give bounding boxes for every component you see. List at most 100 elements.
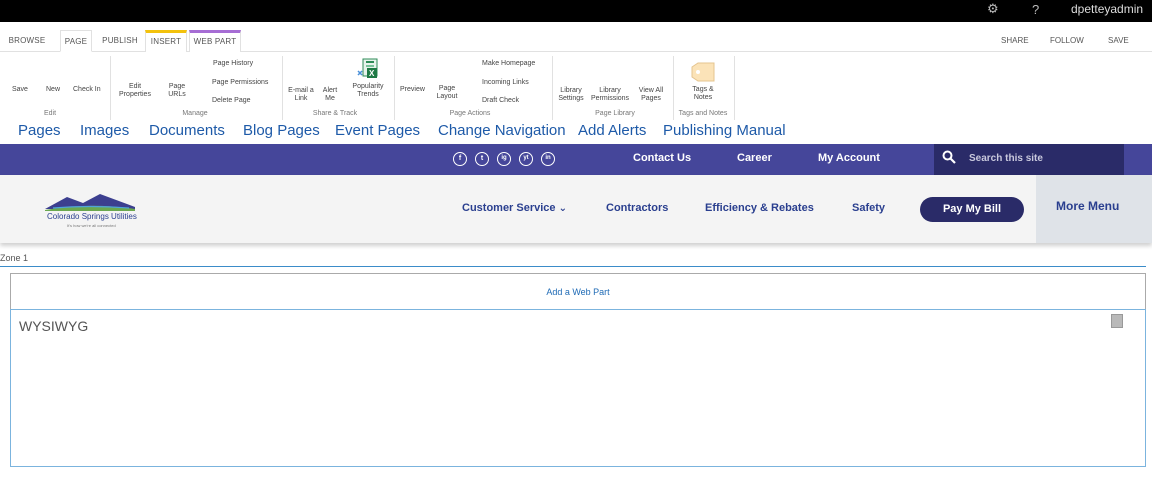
divider — [282, 56, 283, 120]
tab-publish[interactable]: PUBLISH — [100, 30, 140, 52]
edit-properties-label-2: Properties — [119, 91, 151, 98]
tab-page[interactable]: PAGE — [60, 30, 92, 52]
tag-icon — [691, 62, 715, 82]
pubnav-pages[interactable]: Pages — [18, 122, 61, 139]
group-label-actions: Page Actions — [449, 110, 491, 117]
svg-text:X: X — [369, 69, 375, 78]
edit-properties-label-1: Edit — [128, 83, 142, 90]
view-all-label-2: Pages — [641, 95, 661, 102]
follow-button[interactable]: FOLLOW — [1050, 30, 1084, 52]
email-label-1: E-mail a — [288, 87, 314, 94]
tags-label-1: Tags & — [692, 86, 714, 93]
site-header: Colorado Springs Utilities It's how we'r… — [0, 175, 1152, 243]
edit-properties-button[interactable]: Edit Properties — [114, 83, 156, 99]
page-urls-label-1: Page — [168, 83, 186, 90]
utility-bar: f t ig yt in Contact Us Career My Accoun… — [0, 144, 1152, 175]
add-web-part-box: Add a Web Part — [10, 273, 1146, 309]
nav-customer-service[interactable]: Customer Service ⌄ — [462, 202, 567, 214]
gear-icon[interactable]: ⚙ — [987, 1, 999, 17]
alert-label-2: Me — [325, 95, 335, 102]
tags-notes-button[interactable]: Tags & Notes — [683, 62, 723, 102]
twitter-icon[interactable]: t — [475, 152, 489, 166]
check-in-button[interactable]: Check In — [73, 86, 101, 94]
group-label-edit: Edit — [43, 110, 57, 117]
preview-button[interactable]: Preview — [400, 86, 425, 94]
pubnav-event-pages[interactable]: Event Pages — [335, 122, 420, 139]
logo-text: Colorado Springs Utilities — [47, 212, 137, 221]
mountain-logo-icon — [45, 194, 135, 211]
page-layout-label-2: Layout — [436, 93, 458, 100]
instagram-icon[interactable]: ig — [497, 152, 511, 166]
popularity-trends-button[interactable]: X Popularity Trends — [350, 58, 386, 99]
page-layout-label-1: Page — [438, 85, 456, 92]
lib-perm-label-2: Permissions — [590, 95, 630, 102]
pubnav-images[interactable]: Images — [80, 122, 129, 139]
zone-divider — [0, 266, 1146, 267]
page-layout-button[interactable]: Page Layout — [434, 85, 460, 101]
library-permissions-button[interactable]: Library Permissions — [588, 87, 632, 103]
divider — [394, 56, 395, 120]
delete-page-button[interactable]: Delete Page — [212, 97, 251, 105]
divider — [110, 56, 111, 120]
pubnav-add-alerts[interactable]: Add Alerts — [578, 122, 646, 139]
excel-icon: X — [357, 58, 378, 78]
more-menu-label: More Menu — [1056, 199, 1120, 213]
email-label-2: Link — [294, 95, 308, 102]
contact-us-link[interactable]: Contact Us — [633, 152, 691, 164]
nav-efficiency-rebates[interactable]: Efficiency & Rebates — [705, 202, 814, 214]
nav-safety[interactable]: Safety — [852, 202, 885, 214]
page-history-button[interactable]: Page History — [213, 60, 253, 68]
publishing-nav: Pages Images Documents Blog Pages Event … — [0, 122, 1152, 142]
search-input[interactable]: Search this site — [934, 144, 1124, 175]
web-part-title: WYSIWYG — [19, 318, 89, 334]
add-web-part-link[interactable]: Add a Web Part — [11, 287, 1145, 297]
divider — [734, 56, 735, 120]
user-menu[interactable]: dpetteyadmin — [1071, 2, 1143, 16]
facebook-icon[interactable]: f — [453, 152, 467, 166]
ribbon: Save New Check In Edit Edit Properties P… — [0, 52, 1152, 120]
career-link[interactable]: Career — [737, 152, 772, 164]
incoming-links-button[interactable]: Incoming Links — [482, 79, 529, 87]
lib-settings-label-1: Library — [560, 87, 582, 94]
my-account-link[interactable]: My Account — [818, 152, 880, 164]
share-button[interactable]: SHARE — [1001, 30, 1029, 52]
logo[interactable]: Colorado Springs Utilities It's how we'r… — [30, 193, 150, 233]
save-button[interactable]: Save — [12, 86, 28, 94]
tags-label-2: Notes — [693, 94, 713, 101]
pay-my-bill-button[interactable]: Pay My Bill — [920, 197, 1024, 222]
page-urls-button[interactable]: Page URLs — [162, 83, 192, 99]
alert-me-button[interactable]: Alert Me — [318, 87, 342, 103]
nav-contractors[interactable]: Contractors — [606, 202, 668, 214]
pubnav-blog-pages[interactable]: Blog Pages — [243, 122, 320, 139]
group-label-share: Share & Track — [312, 110, 358, 117]
tab-browse[interactable]: BROWSE — [6, 30, 48, 52]
more-menu-button[interactable]: More Menu — [1036, 175, 1152, 243]
search-icon[interactable] — [942, 150, 956, 166]
linkedin-icon[interactable]: in — [541, 152, 555, 166]
help-icon[interactable]: ? — [1032, 2, 1039, 17]
tab-web-part[interactable]: WEB PART — [189, 30, 241, 52]
alert-label-1: Alert — [322, 87, 338, 94]
draft-check-button[interactable]: Draft Check — [482, 97, 519, 105]
divider — [552, 56, 553, 120]
view-all-pages-button[interactable]: View All Pages — [635, 87, 667, 103]
ribbon-tab-row: BROWSE PAGE PUBLISH INSERT WEB PART SHAR… — [0, 30, 1152, 52]
make-homepage-button[interactable]: Make Homepage — [482, 60, 535, 68]
tab-insert[interactable]: INSERT — [145, 30, 187, 52]
pubnav-documents[interactable]: Documents — [149, 122, 225, 139]
new-button[interactable]: New — [46, 86, 60, 94]
pubnav-change-navigation[interactable]: Change Navigation — [438, 122, 566, 139]
save-top-button[interactable]: SAVE — [1108, 30, 1129, 52]
email-link-button[interactable]: E-mail a Link — [285, 87, 317, 103]
pubnav-publishing-manual[interactable]: Publishing Manual — [663, 122, 786, 139]
youtube-icon[interactable]: yt — [519, 152, 533, 166]
nav-customer-service-label: Customer Service — [462, 202, 556, 214]
page-permissions-button[interactable]: Page Permissions — [212, 79, 268, 87]
search-placeholder: Search this site — [969, 153, 1043, 164]
popularity-label-2: Trends — [357, 91, 379, 98]
page-urls-label-2: URLs — [168, 91, 186, 98]
wysiwyg-web-part[interactable]: WYSIWYG — [10, 309, 1146, 467]
library-settings-button[interactable]: Library Settings — [556, 87, 586, 103]
lib-perm-label-1: Library — [599, 87, 621, 94]
web-part-select-checkbox[interactable] — [1111, 314, 1123, 328]
